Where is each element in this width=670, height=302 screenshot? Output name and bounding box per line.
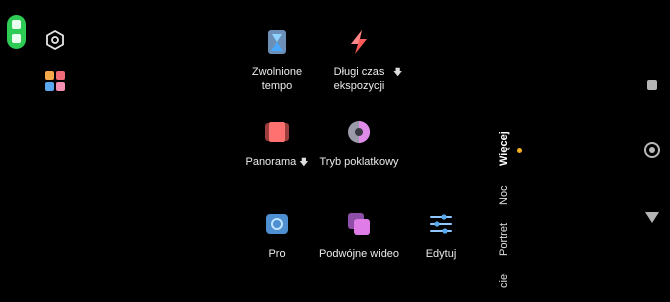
mode-tab-portrait[interactable]: Portret [498,223,510,256]
mode-label: Tryb poklatkowy [319,156,399,168]
pro-camera-icon [263,210,291,238]
video-indicator-icon [12,34,21,43]
hourglass-icon [263,28,291,56]
triangle-down-icon[interactable] [645,212,659,223]
mode-tab-night[interactable]: Noc [498,185,510,205]
app-grid-icon[interactable] [45,71,65,91]
mode-time-lapse[interactable]: Tryb poklatkowy [309,118,409,169]
mode-long-exposure[interactable]: Długi czas ekspozycji 🡇 [309,28,409,93]
mode-tab-more[interactable]: Więcej [498,131,510,166]
download-icon: 🡇 [299,157,309,167]
sliders-icon [427,210,455,238]
download-icon: 🡇 [393,67,403,77]
panorama-icon [263,118,291,146]
mode-tab-partial[interactable]: cie [498,274,510,288]
mode-label: Długi czas ekspozycji [333,66,385,92]
lightning-icon [345,28,373,56]
square-icon[interactable] [647,80,657,90]
time-lapse-icon [345,118,373,146]
camera-indicator-icon [12,20,21,29]
camera-status-pill [7,15,26,49]
mode-edit[interactable]: Edytuj [391,210,491,261]
settings-icon[interactable] [44,29,66,51]
mode-label: Panorama [245,156,297,168]
mode-label: Edytuj [425,248,457,260]
active-mode-dot [517,148,522,153]
dual-video-icon [345,210,373,238]
shutter-icon[interactable] [644,142,660,158]
